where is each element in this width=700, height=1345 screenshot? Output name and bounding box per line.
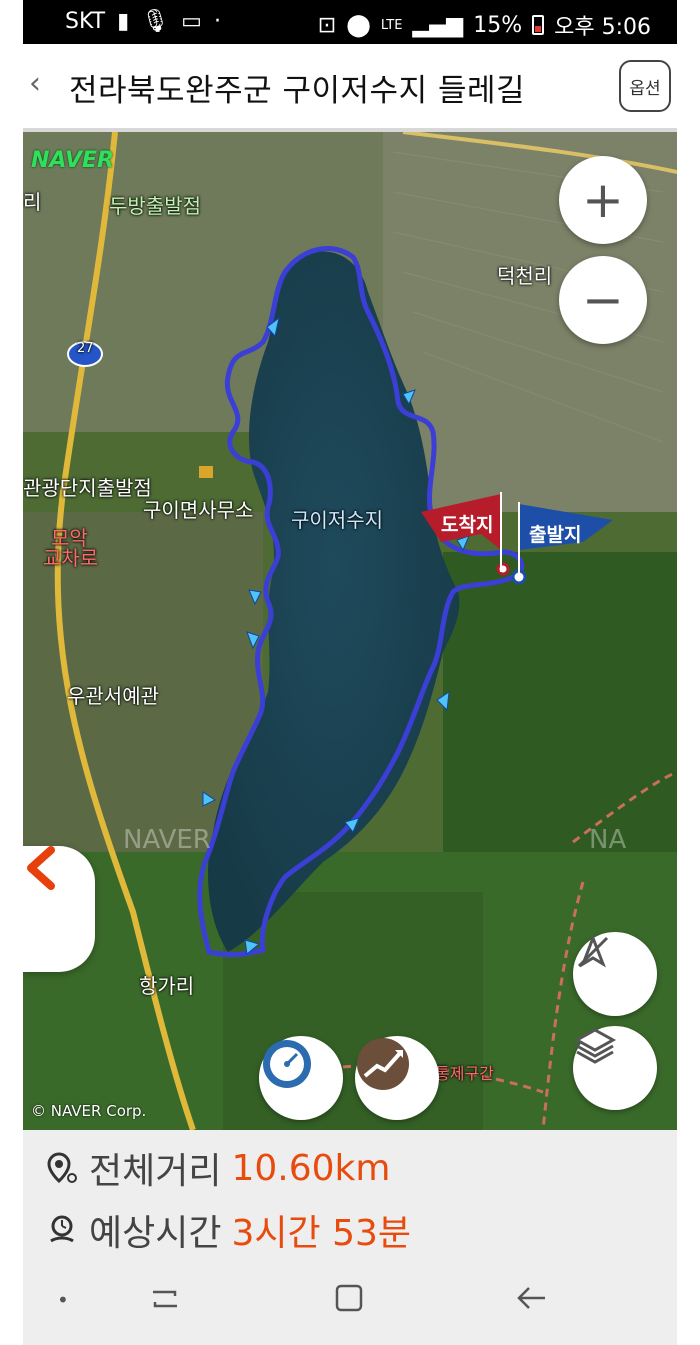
map-view[interactable]: NAVER NA NAVER 리 두방출발점 덕천리 27 관광단지출발점 구이… (23, 132, 677, 1130)
label-tongje: 통제구간 (435, 1064, 494, 1083)
naver-logo: NAVER (31, 148, 114, 173)
battery-icon (532, 15, 545, 35)
recent-apps-icon[interactable] (149, 1282, 181, 1322)
app-header: ‹ 전라북도완주군 구이저수지 들레길 옵션 (23, 44, 677, 132)
label-hangga: 항가리 (139, 974, 195, 998)
walking-time-icon (50, 1215, 74, 1243)
navigation-off-icon (577, 933, 609, 968)
label-ugwan: 우관서예관 (67, 684, 159, 708)
map-copyright: © NAVER Corp. (31, 1102, 147, 1120)
speedometer-button[interactable] (259, 1036, 343, 1120)
status-right: ⊡ ⬤ LTE ▂▄▆ 15% 오후 5:06 (318, 9, 651, 41)
status-bar: SKT ▮ 🎙 ▭ · ⊡ ⬤ LTE ▂▄▆ 15% 오후 5:06 (23, 0, 677, 44)
options-button[interactable]: 옵션 (619, 60, 671, 112)
svg-text:NA: NA (589, 825, 626, 855)
location-icon: ⬤ (346, 12, 371, 38)
back-nav-icon[interactable] (515, 1282, 547, 1322)
time-row: 예상시간 3시간 53분 (45, 1204, 411, 1256)
time-label: 오후 5:06 (554, 15, 651, 40)
label-intersection: 교차로 (43, 546, 99, 570)
chevron-left-icon (27, 846, 55, 890)
app-frame: SKT ▮ 🎙 ▭ · ⊡ ⬤ LTE ▂▄▆ 15% 오후 5:06 ‹ 전라… (23, 0, 677, 1345)
cast-icon: ⊡ (317, 12, 337, 38)
label-route-27: 27 (77, 341, 94, 356)
svg-text:NAVER: NAVER (123, 825, 211, 855)
label-office: 구이면사무소 (143, 498, 254, 522)
label-ri: 리 (23, 190, 42, 214)
elevation-button[interactable] (355, 1036, 439, 1120)
signal-icon: ▂▄▆ (412, 12, 464, 38)
distance-pin-icon (47, 1152, 77, 1184)
route-info-panel: 전체거리 10.60km 예상시간 3시간 53분 • (23, 1130, 677, 1345)
compass-off-button[interactable] (573, 932, 657, 1016)
battery-label: 15% (473, 12, 523, 38)
side-panel-toggle[interactable] (23, 846, 95, 972)
arrival-flag-label: 도착지 (441, 514, 494, 536)
label-reservoir: 구이저수지 (291, 508, 383, 532)
page-title: 전라북도완주군 구이저수지 들레길 (69, 73, 526, 109)
minus-icon: − (582, 271, 624, 329)
label-industrial: 관광단지출발점 (23, 476, 152, 500)
carrier-label: SKT (65, 9, 106, 34)
layers-icon (573, 1028, 617, 1064)
time-label: 예상시간 (89, 1213, 222, 1254)
notification-icon: ▮ (117, 9, 130, 34)
plus-icon: + (582, 171, 624, 229)
home-icon[interactable] (333, 1282, 365, 1322)
mic-icon: 🎙 (141, 9, 170, 34)
distance-label: 전체거리 (89, 1151, 222, 1192)
arrival-marker (496, 562, 510, 576)
zoom-in-button[interactable]: + (559, 156, 647, 244)
speedometer-icon (263, 1040, 311, 1088)
layers-button[interactable] (573, 1026, 657, 1110)
zoom-out-button[interactable]: − (559, 256, 647, 344)
status-left: SKT ▮ 🎙 ▭ · (65, 9, 221, 34)
label-deokcheon: 덕천리 (497, 264, 553, 288)
nav-dot-icon: • (57, 1288, 69, 1312)
distance-row: 전체거리 10.60km (45, 1142, 390, 1194)
android-nav-bar: • (23, 1264, 677, 1345)
voicemail-icon: ▭ (181, 9, 202, 34)
departure-flag-label: 출발지 (529, 524, 582, 546)
distance-value: 10.60km (231, 1147, 391, 1189)
label-dubang: 두방출발점 (109, 194, 201, 218)
back-icon[interactable]: ‹ (29, 66, 59, 102)
network-label: LTE (380, 17, 403, 33)
time-value: 3시간 53분 (231, 1213, 412, 1254)
elevation-icon (357, 1038, 409, 1090)
dot-icon: · (213, 9, 221, 34)
